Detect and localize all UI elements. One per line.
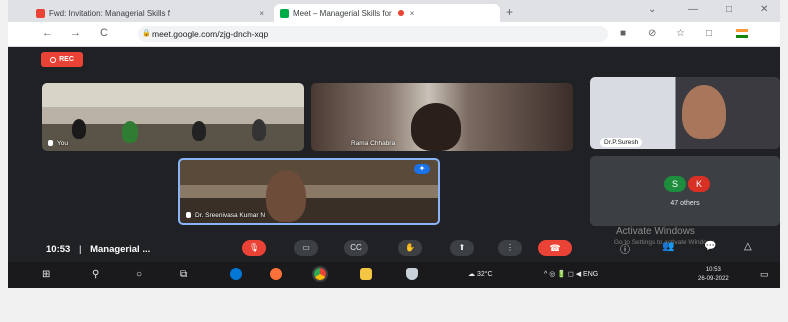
maximize-button[interactable]: □ xyxy=(726,4,732,15)
browser-tab-bar: Fwd: Invitation: Managerial Skills f × M… xyxy=(8,0,780,22)
tile-name: You xyxy=(48,140,68,147)
others-tile[interactable]: S K 47 others xyxy=(590,156,780,226)
profile-avatar[interactable] xyxy=(736,29,748,38)
more-options-button[interactable]: ⋮ xyxy=(498,240,522,256)
activities-icon[interactable]: △ xyxy=(744,241,752,252)
security-shield-icon[interactable] xyxy=(406,268,418,280)
pin-icon[interactable]: ✦ xyxy=(414,164,430,174)
people-icon[interactable]: 👥 xyxy=(662,241,674,252)
video-tile-rama-chhabra[interactable]: Rama Chhabra xyxy=(311,83,573,151)
mic-icon xyxy=(186,212,191,219)
url-field[interactable]: 🔒 meet.google.com/zjg-dnch-xqp xyxy=(138,26,608,42)
present-button[interactable]: ⬆ xyxy=(450,240,474,256)
tab-meet[interactable]: Meet – Managerial Skills for × xyxy=(274,4,500,22)
taskbar-clock[interactable]: 10:53 26-09-2022 xyxy=(698,266,729,284)
raise-hand-button[interactable]: ✋ xyxy=(398,240,422,256)
cortana-icon[interactable]: ○ xyxy=(136,269,142,280)
edge-icon[interactable] xyxy=(230,268,242,280)
notification-icon[interactable]: ▭ xyxy=(760,269,769,280)
close-tab-icon[interactable]: × xyxy=(259,9,264,18)
participant-figure xyxy=(192,121,206,141)
screen: Fwd: Invitation: Managerial Skills f × M… xyxy=(8,0,780,288)
new-tab-button[interactable]: + xyxy=(506,5,513,19)
mic-off-icon: 🎙 xyxy=(248,243,260,252)
camera-toggle-button[interactable]: ▭ xyxy=(294,240,318,256)
present-icon: ⬆ xyxy=(458,243,466,252)
tile-name: Dr. Sreenivasa Kumar N xyxy=(186,212,265,219)
video-tile-dr-sreenivasa-kumar[interactable]: ✦ Dr. Sreenivasa Kumar N xyxy=(178,158,440,225)
participant-name: Dr.P.Suresh xyxy=(604,139,639,146)
record-icon xyxy=(50,56,57,63)
search-icon[interactable]: ⚲ xyxy=(92,269,99,280)
recording-badge: REC xyxy=(41,52,83,67)
system-tray[interactable]: ^ ◎ 🔋 ◻ ◀ ENG xyxy=(544,270,598,278)
rec-label: REC xyxy=(59,56,74,63)
meeting-details-icon[interactable]: ⓘ xyxy=(620,241,630,256)
participant-name: You xyxy=(57,140,68,147)
chrome-icon[interactable] xyxy=(312,266,328,282)
mic-icon xyxy=(48,140,53,147)
participant-figure xyxy=(72,119,86,139)
camera-indicator-icon[interactable]: ■ xyxy=(620,28,626,39)
participant-figure xyxy=(122,121,138,143)
clock-time: 10:53 xyxy=(705,267,721,273)
tab-title: Fwd: Invitation: Managerial Skills f xyxy=(49,8,170,18)
url-text: meet.google.com/zjg-dnch-xqp xyxy=(152,29,269,39)
tab-gmail[interactable]: Fwd: Invitation: Managerial Skills f × xyxy=(30,4,270,22)
camera-icon: ▭ xyxy=(302,243,310,252)
windows-start-icon[interactable]: ⊞ xyxy=(42,269,50,280)
separator: | xyxy=(78,244,82,255)
lock-icon: 🔒 xyxy=(142,30,151,37)
captions-button[interactable]: CC xyxy=(344,240,368,256)
captions-icon: CC xyxy=(350,243,362,252)
address-bar-row: ← → C 🔒 meet.google.com/zjg-dnch-xqp ■ ⊘… xyxy=(8,22,780,47)
tile-name: Rama Chhabra xyxy=(351,140,395,147)
video-tile-you[interactable]: You xyxy=(42,83,304,151)
firefox-icon[interactable] xyxy=(270,268,282,280)
recording-indicator-icon xyxy=(397,10,404,16)
weather-widget[interactable]: ☁ 32°C xyxy=(468,270,493,278)
close-tab-icon[interactable]: × xyxy=(410,9,415,18)
gmail-icon xyxy=(36,8,45,18)
task-view-icon[interactable]: ⧉ xyxy=(180,269,187,280)
minimize-button[interactable]: — xyxy=(688,4,698,15)
weather-temp: 32°C xyxy=(476,271,493,278)
meeting-time: 10:53 xyxy=(46,244,71,255)
participant-figure xyxy=(411,103,461,151)
more-vert-icon: ⋮ xyxy=(506,243,514,252)
blocked-icon[interactable]: ⊘ xyxy=(648,28,656,39)
participant-figure xyxy=(252,119,266,141)
avatar: S xyxy=(664,176,686,192)
windows-taskbar: ⊞ ⚲ ○ ⧉ ☁ 32°C ^ ◎ 🔋 ◻ ◀ ENG 10:53 26-09… xyxy=(8,262,780,288)
end-call-button[interactable]: ☎ xyxy=(538,240,572,256)
participant-figure xyxy=(682,85,726,139)
end-call-icon: ☎ xyxy=(549,243,561,253)
back-icon[interactable]: ← xyxy=(42,27,53,39)
participant-name: Dr. Sreenivasa Kumar N xyxy=(195,212,266,219)
hand-icon: ✋ xyxy=(405,243,415,252)
clock-date: 26-09-2022 xyxy=(698,276,729,282)
bookmark-star-icon[interactable]: ☆ xyxy=(676,28,685,39)
tab-search-icon[interactable]: ⌄ xyxy=(648,4,656,15)
activate-windows-watermark: Activate Windows xyxy=(616,226,695,237)
reload-icon[interactable]: C xyxy=(100,27,108,39)
meeting-info: 10:53 | Managerial ... xyxy=(46,244,150,255)
tab-title: Meet – Managerial Skills for xyxy=(293,8,392,18)
mic-toggle-button[interactable]: 🎙 xyxy=(242,240,266,256)
meet-icon xyxy=(280,8,289,18)
forward-icon[interactable]: → xyxy=(70,27,81,39)
meeting-title[interactable]: Managerial ... xyxy=(90,244,150,255)
participant-figure xyxy=(266,170,306,222)
participant-name: Rama Chhabra xyxy=(351,140,396,147)
avatar: K xyxy=(688,176,710,192)
side-panel-icon[interactable]: □ xyxy=(706,28,712,39)
file-explorer-icon[interactable] xyxy=(360,268,372,280)
chat-icon[interactable]: 💬 xyxy=(704,241,716,252)
close-window-button[interactable]: ✕ xyxy=(760,4,768,15)
others-count: 47 others xyxy=(670,200,700,207)
tile-name: Dr.P.Suresh xyxy=(600,138,643,147)
video-tile-dr-p-suresh[interactable]: Dr.P.Suresh xyxy=(590,77,780,149)
